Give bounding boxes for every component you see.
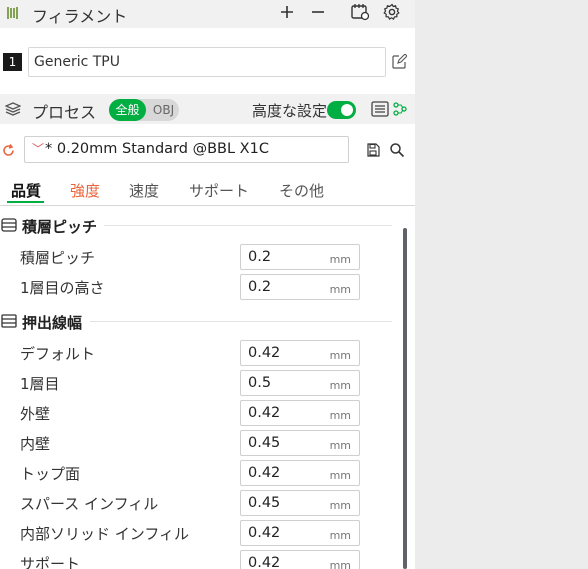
filament-icon (7, 7, 18, 19)
tab-others[interactable]: その他 (279, 180, 324, 201)
settings-sidebar: フィラメント 1 Generic TPU プロセス 全般 OBJ 高度な設定 ﹀… (0, 0, 415, 569)
canvas-area (415, 0, 588, 569)
unit-label: mm (329, 253, 351, 266)
gear-icon[interactable] (383, 3, 401, 21)
section-title-layer-height: 積層ピッチ (22, 218, 98, 236)
filament-preset-select[interactable]: Generic TPU (28, 47, 386, 77)
inner-wall-line-width-input[interactable]: 0.45 mm (240, 430, 360, 456)
internal-solid-infill-line-width-value: 0.42 (248, 525, 281, 541)
filament-header: フィラメント (0, 0, 415, 28)
default-line-width-label: デフォルト (20, 345, 96, 363)
tab-strength[interactable]: 強度 (70, 180, 100, 201)
outer-wall-line-width-value: 0.42 (248, 405, 281, 421)
default-line-width-value: 0.42 (248, 345, 281, 361)
tab-speed[interactable]: 速度 (129, 180, 159, 201)
outer-wall-line-width-input[interactable]: 0.42 mm (240, 400, 360, 426)
unit-label: mm (329, 439, 351, 452)
mode-global-option[interactable]: 全般 (109, 99, 146, 121)
unit-label: mm (329, 379, 351, 392)
initial-layer-line-width-input[interactable]: 0.5 mm (240, 370, 360, 396)
initial-layer-height-input[interactable]: 0.2 mm (240, 274, 360, 300)
tab-support[interactable]: サポート (189, 180, 249, 201)
internal-solid-infill-line-width-label: 内部ソリッド インフィル (20, 525, 190, 543)
top-surface-line-width-label: トップ面 (20, 465, 81, 483)
minus-icon[interactable] (310, 4, 326, 20)
outer-wall-line-width-label: 外壁 (20, 405, 51, 423)
process-preset-name: * 0.20mm Standard @BBL X1C (45, 141, 269, 157)
filament-settings-icon[interactable] (350, 3, 370, 21)
section-divider (90, 321, 392, 322)
support-line-width-input[interactable]: 0.42 mm (240, 550, 360, 569)
filament-slot-number: 1 (3, 53, 22, 71)
initial-layer-line-width-label: 1層目 (20, 375, 60, 393)
initial-layer-height-value: 0.2 (248, 279, 272, 295)
process-title: プロセス (32, 103, 97, 122)
support-line-width-label: サポート (20, 555, 81, 569)
unit-label: mm (329, 499, 351, 512)
unit-label: mm (329, 409, 351, 422)
chevron-down-icon: ﹀ (32, 142, 45, 156)
internal-solid-infill-line-width-input[interactable]: 0.42 mm (240, 520, 360, 546)
sparse-infill-line-width-value: 0.45 (248, 495, 281, 511)
inner-wall-line-width-value: 0.45 (248, 435, 281, 451)
mode-switch[interactable]: 全般 OBJ (109, 99, 179, 121)
advanced-settings-label: 高度な設定 (252, 102, 328, 120)
top-surface-line-width-input[interactable]: 0.42 mm (240, 460, 360, 486)
initial-layer-height-label: 1層目の高さ (20, 279, 105, 297)
layers-icon (5, 102, 21, 116)
layer-height-icon (1, 218, 17, 232)
compare-icon[interactable] (392, 101, 408, 117)
plus-icon[interactable] (279, 4, 295, 20)
active-tab-indicator (7, 201, 44, 203)
section-divider (104, 225, 392, 226)
edit-icon[interactable] (391, 54, 407, 70)
list-view-icon[interactable] (371, 101, 389, 117)
unit-label: mm (329, 529, 351, 542)
line-width-icon (1, 314, 17, 328)
sparse-infill-line-width-label: スパース インフィル (20, 495, 159, 513)
layer-height-input[interactable]: 0.2 mm (240, 244, 360, 270)
initial-layer-line-width-value: 0.5 (248, 375, 272, 391)
sparse-infill-line-width-input[interactable]: 0.45 mm (240, 490, 360, 516)
save-icon[interactable] (366, 143, 380, 157)
tab-quality[interactable]: 品質 (11, 180, 41, 201)
default-line-width-input[interactable]: 0.42 mm (240, 340, 360, 366)
unit-label: mm (329, 349, 351, 362)
unit-label: mm (329, 469, 351, 482)
support-line-width-value: 0.42 (248, 555, 281, 569)
inner-wall-line-width-label: 内壁 (20, 435, 51, 453)
reset-icon[interactable] (1, 143, 16, 158)
unit-label: mm (329, 283, 351, 296)
search-icon[interactable] (389, 142, 405, 158)
layer-height-label: 積層ピッチ (20, 249, 96, 267)
top-surface-line-width-value: 0.42 (248, 465, 281, 481)
layer-height-value: 0.2 (248, 249, 272, 265)
mode-object-option[interactable]: OBJ (148, 99, 179, 121)
filament-preset-name: Generic TPU (34, 54, 120, 70)
tabs-divider (0, 205, 415, 206)
settings-scrollbar[interactable] (403, 228, 407, 569)
process-preset-select[interactable]: ﹀ * 0.20mm Standard @BBL X1C (24, 136, 349, 163)
section-title-line-width: 押出線幅 (22, 314, 83, 332)
unit-label: mm (329, 559, 351, 569)
filament-title: フィラメント (32, 7, 128, 26)
advanced-settings-toggle[interactable] (327, 101, 356, 119)
